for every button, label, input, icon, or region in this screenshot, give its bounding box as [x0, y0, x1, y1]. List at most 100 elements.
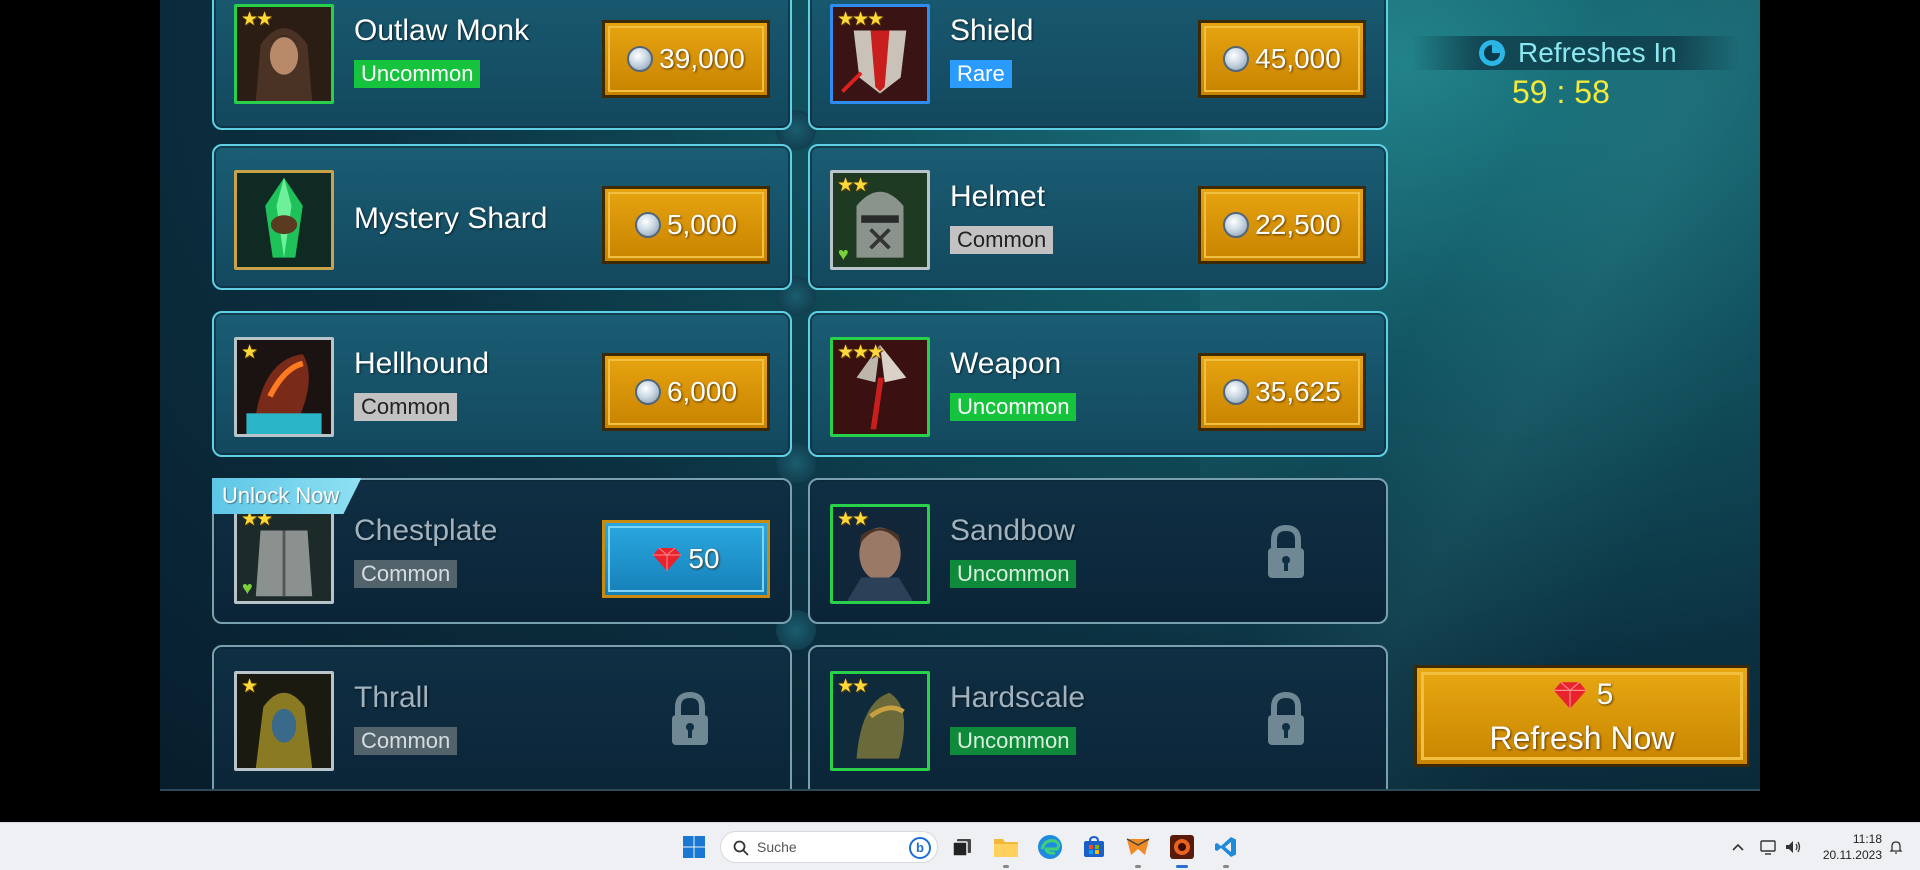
artifact-portrait: ★★★	[830, 4, 930, 104]
star-rating: ★★★	[837, 342, 884, 363]
shop-slot-weapon[interactable]: ★★★ Weapon Uncommon 35,625	[808, 311, 1388, 457]
shard-portrait	[234, 170, 334, 270]
buy-button[interactable]: 6,000	[602, 353, 770, 431]
silver-coin-icon	[634, 212, 661, 238]
search-icon	[733, 840, 749, 856]
item-name: Outlaw Monk	[354, 14, 530, 47]
start-button[interactable]	[678, 831, 710, 863]
clock-icon	[1479, 40, 1505, 66]
refresh-countdown: 59 : 58	[1512, 74, 1610, 110]
refresh-cost: 5	[1417, 678, 1747, 712]
bell-icon	[1889, 841, 1903, 854]
lock-icon	[1268, 691, 1304, 745]
store-button[interactable]	[1078, 831, 1110, 863]
refresh-label: Refreshes In	[1518, 37, 1677, 68]
rarity-badge: Rare	[950, 60, 1012, 88]
volume-icon	[1786, 841, 1801, 853]
buy-button[interactable]: 35,625	[1198, 353, 1366, 431]
champion-portrait: ★★	[234, 4, 334, 104]
refresh-now-label: Refresh Now	[1489, 720, 1675, 756]
raid-icon	[1170, 835, 1194, 859]
chevron-up-icon	[1732, 843, 1744, 851]
price-value: 35,625	[1255, 376, 1341, 407]
clock-time: 11:18	[1852, 832, 1882, 846]
taskbar: Suche b 11:18 20.11.2023	[0, 822, 1920, 870]
shop-slot-hardscale: ★★ Hardscale Uncommon	[808, 645, 1388, 789]
plarium-play-button[interactable]	[1122, 831, 1154, 868]
heart-icon: ♥	[242, 578, 253, 598]
rarity-badge: Common	[354, 393, 458, 421]
item-name: Hardscale	[950, 681, 1086, 714]
rarity-badge: Common	[354, 727, 458, 755]
edge-icon	[1038, 835, 1062, 859]
silver-coin-icon	[1223, 212, 1250, 238]
system-clock[interactable]: 11:18 20.11.2023	[1810, 831, 1882, 863]
silver-coin-icon	[1223, 379, 1250, 405]
ruby-icon	[1553, 681, 1586, 709]
bing-icon[interactable]: b	[909, 837, 931, 859]
price-value: 5,000	[666, 209, 738, 240]
shop-slot-sandbow: ★★ Sandbow Uncommon	[808, 478, 1388, 624]
star-rating: ★★	[837, 509, 869, 530]
champion-portrait: ★	[234, 337, 334, 437]
buy-button[interactable]: 45,000	[1198, 20, 1366, 98]
champion-portrait: ★	[234, 671, 334, 771]
task-view-button[interactable]	[946, 831, 978, 863]
rarity-badge: Common	[354, 560, 458, 588]
rarity-badge: Uncommon	[950, 727, 1077, 755]
raid-game-button[interactable]	[1166, 831, 1198, 868]
shop-slot-hellhound[interactable]: ★ Hellhound Common 6,000	[212, 311, 792, 457]
price-value: 45,000	[1255, 43, 1341, 74]
item-name: Weapon	[950, 347, 1062, 380]
star-rating: ★★	[241, 9, 273, 30]
silver-coin-icon	[634, 379, 661, 405]
unlock-button[interactable]: 50	[602, 520, 770, 598]
refresh-cost-value: 5	[1596, 678, 1614, 711]
star-rating: ★	[241, 342, 258, 363]
notification-button[interactable]	[1884, 831, 1908, 863]
plarium-icon	[1126, 838, 1150, 855]
silver-coin-icon	[627, 46, 654, 72]
shop-slot-outlaw-monk[interactable]: ★★ Outlaw Monk Uncommon 39,000	[212, 0, 792, 130]
item-name: Chestplate	[354, 514, 498, 547]
shop-slot-chestplate[interactable]: ★★ ♥ Unlock Now Chestplate Common 50	[212, 478, 792, 624]
item-name: Helmet	[950, 180, 1046, 213]
ruby-icon	[653, 547, 682, 571]
tray-overflow-button[interactable]	[1722, 831, 1754, 863]
shop-slot-mystery-shard[interactable]: Mystery Shard 5,000	[212, 144, 792, 290]
item-name: Mystery Shard	[354, 202, 548, 235]
taskbar-search[interactable]: Suche b	[720, 831, 938, 863]
lock-icon	[1268, 524, 1304, 578]
shop-grid: ★★ Outlaw Monk Uncommon 39,000 ★★★ Shiel…	[212, 0, 1388, 789]
system-tray-status[interactable]	[1754, 831, 1808, 863]
artifact-portrait: ★★★	[830, 337, 930, 437]
windows-icon	[683, 836, 705, 858]
price-value: 22,500	[1255, 209, 1341, 240]
store-icon	[1084, 835, 1104, 857]
file-explorer-button[interactable]	[990, 831, 1022, 868]
refresh-now-button[interactable]: 5 Refresh Now	[1414, 665, 1750, 767]
game-window: ★★ Outlaw Monk Uncommon 39,000 ★★★ Shiel…	[160, 0, 1760, 791]
star-rating: ★★	[837, 676, 869, 697]
vscode-button[interactable]	[1210, 831, 1242, 868]
buy-button[interactable]: 5,000	[602, 186, 770, 264]
rarity-badge: Common	[950, 226, 1054, 254]
champion-portrait: ★★	[830, 671, 930, 771]
active-indicator	[1176, 865, 1188, 868]
edge-button[interactable]	[1034, 831, 1066, 863]
item-name: Shield	[950, 14, 1034, 47]
folder-icon	[994, 839, 1018, 857]
silver-coin-icon	[1223, 46, 1250, 72]
unlock-now-tag[interactable]: Unlock Now	[212, 478, 362, 514]
price-value: 39,000	[659, 43, 745, 74]
shop-slot-thrall: ★ Thrall Common	[212, 645, 792, 789]
shop-slot-helmet[interactable]: ★★ ♥ Helmet Common 22,500	[808, 144, 1388, 290]
buy-button[interactable]: 39,000	[602, 20, 770, 98]
shop-slot-shield[interactable]: ★★★ Shield Rare 45,000	[808, 0, 1388, 130]
running-indicator	[1003, 865, 1009, 868]
price-value: 6,000	[666, 376, 738, 407]
buy-button[interactable]: 22,500	[1198, 186, 1366, 264]
clock-date: 20.11.2023	[1822, 848, 1882, 862]
vscode-icon	[1215, 837, 1236, 857]
price-value: 50	[688, 543, 720, 574]
